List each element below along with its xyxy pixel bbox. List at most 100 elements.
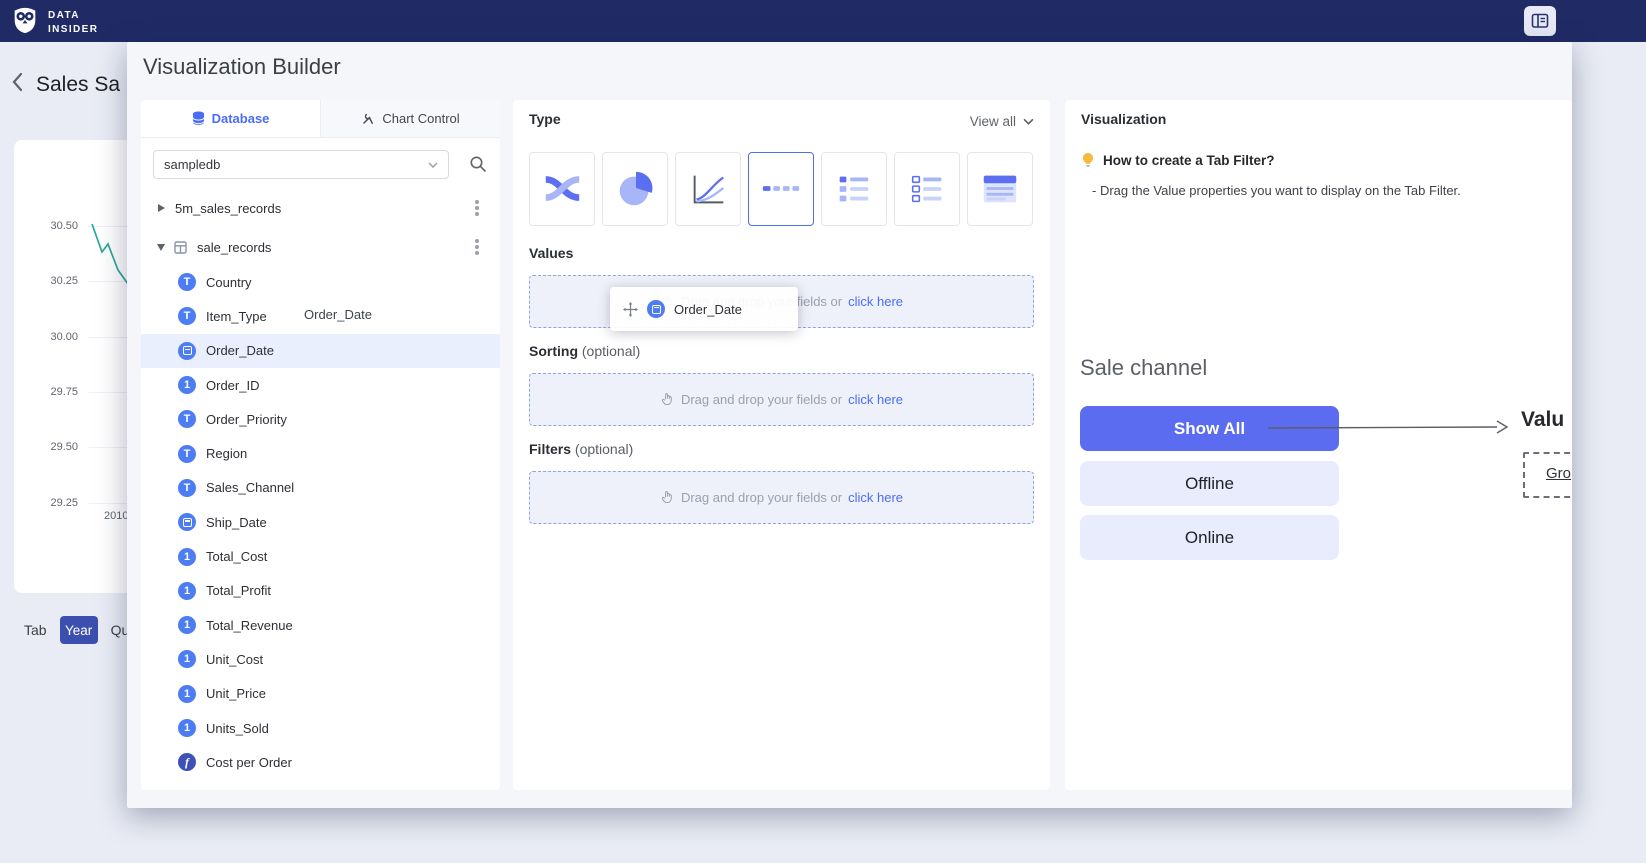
group-dropzone-clipped: Gro [1523,452,1572,498]
text-field-icon: T [178,307,196,325]
drag-chip-order-date[interactable]: Order_Date [610,287,798,331]
y-tick: 29.25 [38,497,78,509]
chart-type-line[interactable] [675,152,741,226]
field-row-units-sold[interactable]: 1 Units_Sold [141,711,500,745]
chart-type-single-choice[interactable] [821,152,887,226]
chart-type-table[interactable] [967,152,1033,226]
number-field-icon: 1 [178,650,196,668]
owl-logo-icon [10,5,40,40]
field-label: Total_Profit [206,583,271,598]
table-grid-icon [174,241,187,254]
dropzone-click-here-link[interactable]: click here [848,392,903,407]
config-panel: Type View all [513,100,1050,790]
chart-type-picker [529,152,1033,226]
y-tick: 30.50 [38,220,78,232]
field-row-order-priority[interactable]: TOrder_Priority [141,402,500,436]
field-row-total-cost[interactable]: 1 Total_Cost [141,539,500,573]
year-option-selected[interactable]: Year [60,616,98,644]
database-select[interactable]: sampledb [153,150,449,179]
brand-name: DATA INSIDER [48,9,98,36]
sorting-section-label: Sorting (optional) [529,343,640,359]
drag-chip-label: Order_Date [674,302,742,317]
field-row-cost-per-order[interactable]: f Cost per Order [141,745,500,779]
dashboard-grid-icon-button[interactable] [1524,6,1556,36]
kebab-menu-icon[interactable] [475,245,479,249]
field-label: Unit_Cost [206,652,263,667]
field-row-unit-cost[interactable]: 1 Unit_Cost [141,642,500,676]
brand: DATA INSIDER [10,5,98,40]
multi-choice-icon [906,168,948,210]
field-row-region[interactable]: T Region [141,436,500,470]
field-row-total-revenue[interactable]: 1Total_Revenue [141,608,500,642]
tab-database[interactable]: Database [141,100,320,137]
text-field-icon: T [178,445,196,463]
sankey-icon [541,168,583,210]
kebab-menu-icon[interactable] [475,206,479,210]
view-all-label: View all [970,114,1016,129]
triangle-right-icon[interactable] [158,204,165,212]
field-label: Unit_Price [206,686,266,701]
field-row-total-profit[interactable]: 1 Total_Profit [141,574,500,608]
x-tick: 2010 [104,510,128,522]
calendar-icon [183,346,192,355]
hint-arrow [1268,419,1510,435]
single-choice-icon [833,168,875,210]
field-row-item-type[interactable]: TItem_Type [141,299,500,333]
field-row-country[interactable]: TCountry [141,265,500,299]
tab-option[interactable]: Tab [24,622,47,638]
search-icon[interactable] [469,155,487,178]
field-label: Total_Cost [206,549,267,564]
filters-dropzone[interactable]: Drag and drop your fields or click here [529,471,1034,524]
tab-filter-icon [760,168,802,210]
number-field-icon: 1 [178,548,196,566]
y-tick: 30.25 [38,275,78,287]
field-row-ship-date[interactable]: Ship_Date [141,505,500,539]
sorting-dropzone[interactable]: Drag and drop your fields or click here [529,373,1034,426]
number-field-icon: 1 [178,582,196,600]
table-row-sale-records[interactable]: sale_records [141,230,500,264]
field-row-unit-price[interactable]: 1Unit_Price [141,677,500,711]
page-title: Sales Sa [36,73,120,97]
drag-hand-icon [660,392,675,407]
chart-type-pie[interactable] [602,152,668,226]
field-label: Cost per Order [206,755,292,770]
field-row-order-id[interactable]: 1 Order_ID [141,368,500,402]
field-row-order-date[interactable]: Order_Date [141,334,500,368]
field-label: Order_Priority [206,412,287,427]
tab-filter-option-online[interactable]: Online [1080,515,1339,560]
chart-type-sankey[interactable] [529,152,595,226]
field-row-sales-channel[interactable]: TSales_Channel [141,471,500,505]
field-label: Order_Date [206,343,274,358]
chart-type-tab-filter-selected[interactable] [748,152,814,226]
function-field-icon: f [178,753,196,771]
text-field-icon: T [178,479,196,497]
y-tick: 29.50 [38,441,78,453]
modal-title: Visualization Builder [143,54,341,80]
dropzone-click-here-link[interactable]: click here [848,490,903,505]
view-all-button[interactable]: View all [970,114,1034,129]
number-field-icon: 1 [178,719,196,737]
table-row-5m-sales-records[interactable]: 5m_sales_records [141,191,500,225]
dropzone-text: Drag and drop your fields or [681,392,842,407]
tab-database-label: Database [212,111,270,126]
field-label: Region [206,446,247,461]
field-label: Order_ID [206,378,259,393]
database-select-value: sampledb [164,157,220,172]
tab-filter-option-offline[interactable]: Offline [1080,461,1339,506]
y-tick: 30.00 [38,331,78,343]
back-chevron-icon[interactable] [12,72,24,97]
chart-type-multi-choice[interactable] [894,152,960,226]
y-tick: 29.75 [38,386,78,398]
field-label: Total_Revenue [206,618,293,633]
group-link-clipped[interactable]: Gro [1546,465,1571,482]
text-field-icon: T [178,273,196,291]
table-icon [979,168,1021,210]
number-field-icon: 1 [178,376,196,394]
dropzone-click-here-link[interactable]: click here [848,294,903,309]
triangle-down-icon[interactable] [157,244,165,251]
chevron-down-icon [1023,118,1034,125]
visualization-section-label: Visualization [1081,111,1166,127]
tab-chart-control[interactable]: Chart Control [320,100,500,137]
table-label: 5m_sales_records [175,201,281,216]
field-label: Units_Sold [206,721,269,736]
